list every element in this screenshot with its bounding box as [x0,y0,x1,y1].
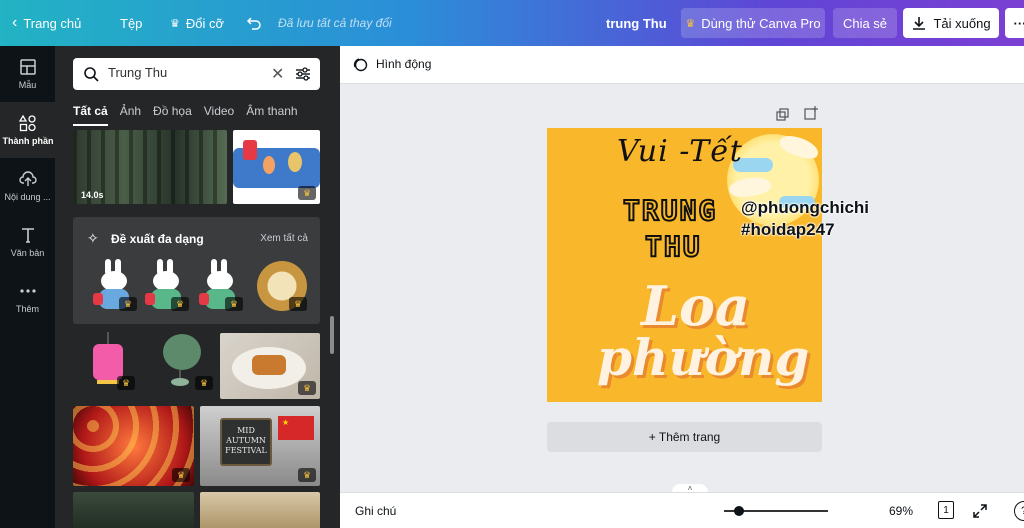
video-duration: 14.0s [81,190,104,200]
autumn-sign-text: MID AUTUMN FESTIVAL [220,418,272,466]
elements-panel: ✕ Tất cả Ảnh Đồ họa Video Âm thanh 14.0s… [55,46,340,528]
design-text-line1[interactable]: Vui -Tết [617,134,743,169]
document-title[interactable]: trung Thu [606,0,667,46]
download-button[interactable]: Tải xuống [903,8,999,38]
premium-crown-icon: ♛ [195,376,213,390]
premium-crown-icon: ♛ [119,297,137,311]
search-icon [84,67,99,82]
duplicate-page-icon[interactable] [776,108,790,122]
more-options-button[interactable]: ··· [1005,8,1024,38]
top-bar: ‹ Trang chủ Tệp ♛ Đổi cỡ Đã lưu tất cả t… [0,0,1024,46]
autumn-photo[interactable] [200,492,320,528]
mooncake-plate-photo[interactable]: ♛ [220,333,320,399]
editor-toolbar: Hình động [340,46,1024,84]
pink-lantern-graphic[interactable]: ♛ [85,332,135,398]
more-icon [19,289,36,293]
fullscreen-icon[interactable] [972,503,988,519]
premium-crown-icon: ♛ [171,297,189,311]
nav-more[interactable]: Thêm [0,270,55,326]
home-label: Trang chủ [23,15,82,31]
rabbit-sticker[interactable]: ♛ [199,259,243,311]
kids-lantern-graphic[interactable]: ♛ [233,130,320,204]
chevron-left-icon: ‹ [12,14,18,31]
see-all-link[interactable]: Xem tất cả [260,233,308,244]
notes-button[interactable]: Ghi chú [355,504,396,518]
suggestion-title: Đề xuất đa dạng [111,232,204,246]
premium-crown-icon: ♛ [117,376,135,390]
nav-uploads[interactable]: Nội dung ... [0,158,55,214]
premium-crown-icon: ♛ [172,468,190,482]
tab-audio[interactable]: Âm thanh [246,104,297,126]
resize-button[interactable]: ♛ Đổi cỡ [170,0,224,46]
text-icon [21,228,34,243]
file-menu[interactable]: Tệp [120,0,142,46]
watermark-handle: @phuongchichi [741,198,870,217]
mooncake-sticker[interactable]: ♛ [257,261,307,311]
save-status: Đã lưu tất cả thay đổi [278,16,392,30]
bottom-bar: Ghi chú 69% 1 ? [340,492,1024,528]
premium-crown-icon: ♛ [298,468,316,482]
design-text-line5[interactable]: phường [597,328,809,387]
animate-button[interactable]: Hình động [352,56,431,72]
premium-crown-icon: ♛ [225,297,243,311]
nav-elements[interactable]: Thành phần [0,102,56,158]
animate-icon [353,58,368,72]
tab-graphics[interactable]: Đồ họa [153,104,192,126]
try-pro-button[interactable]: ♛ Dùng thử Canva Pro [681,8,825,38]
premium-crown-icon: ♛ [298,186,316,200]
template-icon [19,59,36,75]
forest-photo[interactable] [73,492,194,528]
home-button[interactable]: ‹ Trang chủ [12,0,81,46]
rabbit-sticker[interactable]: ♛ [145,259,189,311]
filter-icon[interactable] [295,66,311,82]
left-nav: Mẫu Thành phần Nội dung ... Văn bản Thêm [0,46,56,528]
red-lanterns-photo[interactable]: ♛ [73,406,194,486]
clear-search-icon[interactable]: ✕ [271,64,284,84]
zoom-level[interactable]: 69% [889,504,913,518]
premium-crown-icon: ♛ [298,381,316,395]
upload-icon [18,171,37,186]
panel-scrollbar[interactable] [330,316,334,354]
page-count-button[interactable]: 1 [938,501,954,519]
add-page-icon[interactable] [804,106,818,120]
search-box[interactable]: ✕ [73,58,320,90]
crown-icon: ♛ [170,17,180,30]
rabbit-sticker[interactable]: ♛ [93,259,137,311]
zoom-slider[interactable] [724,506,828,516]
tab-all[interactable]: Tất cả [73,104,108,126]
download-icon [913,17,926,30]
content-tabs: Tất cả Ảnh Đồ họa Video Âm thanh [73,104,310,126]
suggestion-box: ✧ Đề xuất đa dạng Xem tất cả ♛ ♛ ♛ ♛ [73,217,320,324]
sparkle-icon: ✧ [87,230,99,246]
forest-video-thumb[interactable]: 14.0s [73,130,227,204]
tab-photos[interactable]: Ảnh [120,104,141,126]
undo-icon [246,17,261,30]
premium-crown-icon: ♛ [289,297,307,311]
mid-autumn-sign-photo[interactable]: MID AUTUMN FESTIVAL ★ ♛ [200,406,320,486]
zoom-slider-handle[interactable] [734,506,744,516]
watermark-hashtag: #hoidap247 [741,220,835,239]
help-button[interactable]: ? [1014,501,1024,521]
editor-workspace: Hình động Vui -Tết TRUNG THU Loa phường … [340,46,1024,528]
share-button[interactable]: Chia sẻ [833,8,897,38]
design-text-line3[interactable]: THU [644,229,702,264]
undo-button[interactable] [246,0,262,46]
green-lantern-graphic[interactable]: ♛ [157,332,213,398]
add-page-button[interactable]: + Thêm trang [547,422,822,452]
design-text-line2[interactable]: TRUNG [622,193,717,228]
nav-text[interactable]: Văn bản [0,214,55,270]
crown-icon: ♛ [685,17,696,30]
design-canvas[interactable]: Vui -Tết TRUNG THU Loa phường [547,128,822,402]
nav-templates[interactable]: Mẫu [0,46,55,102]
elements-icon [19,114,36,132]
tab-videos[interactable]: Video [204,104,234,126]
search-input[interactable] [108,65,258,80]
